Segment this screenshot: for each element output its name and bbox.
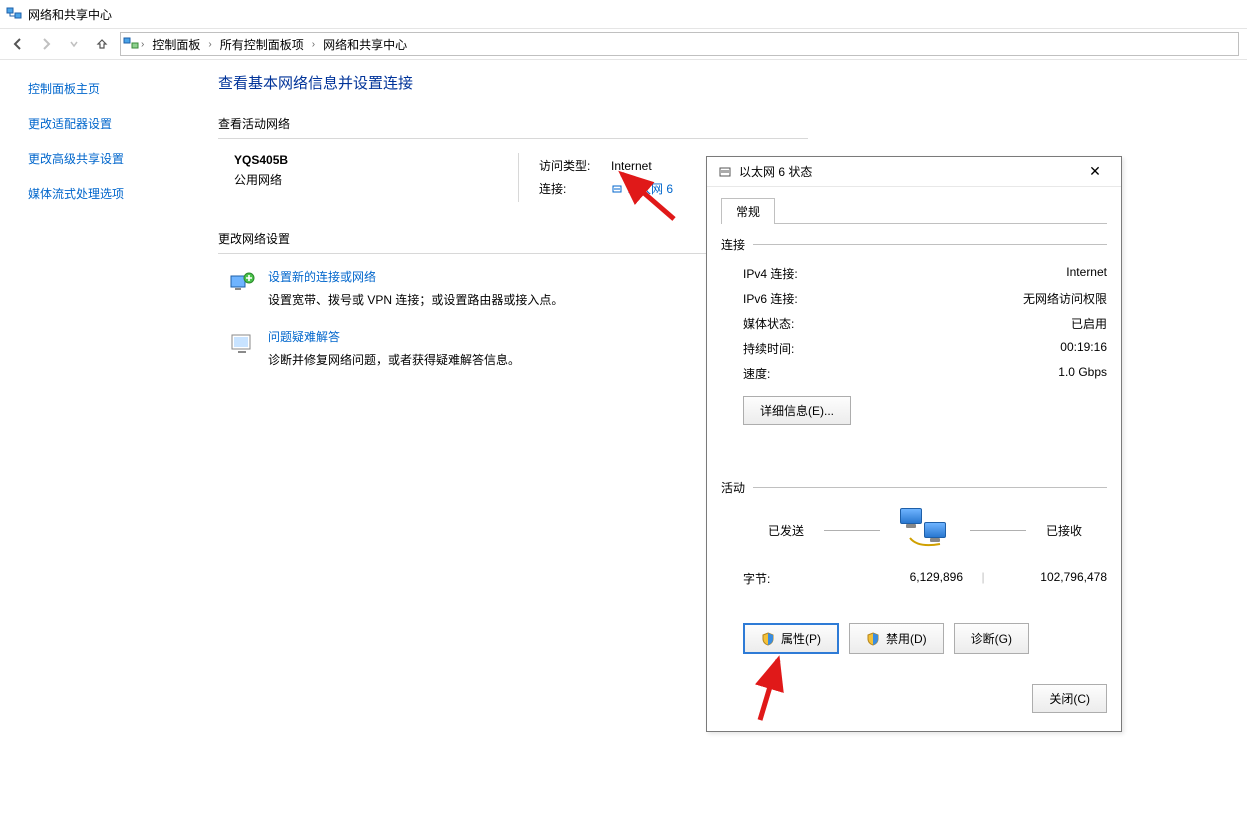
dialog-title: 以太网 6 状态: [739, 163, 1075, 180]
troubleshoot-icon: [226, 328, 258, 360]
recent-dropdown[interactable]: [62, 32, 86, 56]
nav-bar: › 控制面板 › 所有控制面板项 › 网络和共享中心: [0, 28, 1247, 60]
chevron-right-icon: ›: [139, 39, 146, 50]
computers-icon: [900, 508, 950, 552]
breadcrumb-item[interactable]: 所有控制面板项: [214, 33, 310, 55]
title-bar: 网络和共享中心: [0, 0, 1247, 28]
window-title: 网络和共享中心: [28, 6, 112, 23]
setup-connection-icon: [226, 268, 258, 300]
received-label: 已接收: [1046, 522, 1082, 539]
breadcrumb[interactable]: › 控制面板 › 所有控制面板项 › 网络和共享中心: [120, 32, 1239, 56]
tab-strip: 常规: [721, 197, 1107, 224]
bytes-row: 字节: 6,129,896 | 102,796,478: [743, 570, 1107, 587]
sent-label: 已发送: [768, 522, 804, 539]
chevron-right-icon: ›: [310, 39, 317, 50]
shield-icon: [866, 632, 880, 646]
connections-label: 连接:: [539, 178, 609, 200]
close-button-footer[interactable]: 关闭(C): [1032, 684, 1107, 713]
group-activity: 活动: [721, 479, 745, 496]
network-center-icon: [6, 6, 22, 22]
network-type: 公用网络: [234, 171, 518, 188]
breadcrumb-item[interactable]: 网络和共享中心: [317, 33, 413, 55]
divider: [218, 138, 808, 139]
row-duration: 持续时间:00:19:16: [743, 340, 1107, 357]
dialog-titlebar[interactable]: 以太网 6 状态 ✕: [707, 157, 1121, 187]
setup-connection-desc: 设置宽带、拨号或 VPN 连接；或设置路由器或接入点。: [268, 291, 563, 308]
bytes-sent: 6,129,896: [853, 570, 963, 587]
section-active-networks: 查看活动网络: [218, 115, 820, 132]
troubleshoot-title: 问题疑难解答: [268, 328, 520, 345]
troubleshoot-desc: 诊断并修复网络问题，或者获得疑难解答信息。: [268, 351, 520, 368]
details-button[interactable]: 详细信息(E)...: [743, 396, 851, 425]
control-panel-icon: [123, 36, 139, 52]
ethernet-status-dialog: 以太网 6 状态 ✕ 常规 连接 IPv4 连接:Internet IPv6 连…: [706, 156, 1122, 732]
ethernet-icon: [611, 183, 623, 195]
row-speed: 速度:1.0 Gbps: [743, 365, 1107, 382]
divider: [753, 487, 1107, 488]
close-button[interactable]: ✕: [1075, 159, 1115, 185]
divider: [824, 530, 880, 531]
sidebar-item-home[interactable]: 控制面板主页: [28, 80, 210, 97]
access-type-label: 访问类型:: [539, 155, 609, 176]
row-ipv4: IPv4 连接:Internet: [743, 265, 1107, 282]
divider: [970, 530, 1026, 531]
row-media: 媒体状态:已启用: [743, 315, 1107, 332]
ethernet-link[interactable]: 以太网 6: [611, 180, 673, 197]
disable-button[interactable]: 禁用(D): [849, 623, 944, 654]
bytes-received: 102,796,478: [1003, 570, 1107, 587]
ethernet-icon: [717, 164, 733, 180]
chevron-right-icon: ›: [206, 39, 213, 50]
access-type-value: Internet: [611, 155, 673, 176]
up-button[interactable]: [90, 32, 114, 56]
breadcrumb-item[interactable]: 控制面板: [146, 33, 206, 55]
properties-button[interactable]: 属性(P): [743, 623, 839, 654]
group-connection: 连接: [721, 236, 745, 253]
forward-button[interactable]: [34, 32, 58, 56]
sidebar-item-adapter[interactable]: 更改适配器设置: [28, 115, 210, 132]
divider: [753, 244, 1107, 245]
diagnose-button[interactable]: 诊断(G): [954, 623, 1029, 654]
setup-connection-title: 设置新的连接或网络: [268, 268, 563, 285]
back-button[interactable]: [6, 32, 30, 56]
row-ipv6: IPv6 连接:无网络访问权限: [743, 290, 1107, 307]
sidebar-item-sharing[interactable]: 更改高级共享设置: [28, 150, 210, 167]
network-name: YQS405B: [234, 153, 518, 167]
sidebar: 控制面板主页 更改适配器设置 更改高级共享设置 媒体流式处理选项: [0, 60, 210, 814]
page-heading: 查看基本网络信息并设置连接: [218, 72, 820, 93]
shield-icon: [761, 632, 775, 646]
sidebar-item-media[interactable]: 媒体流式处理选项: [28, 185, 210, 202]
tab-general[interactable]: 常规: [721, 198, 775, 224]
